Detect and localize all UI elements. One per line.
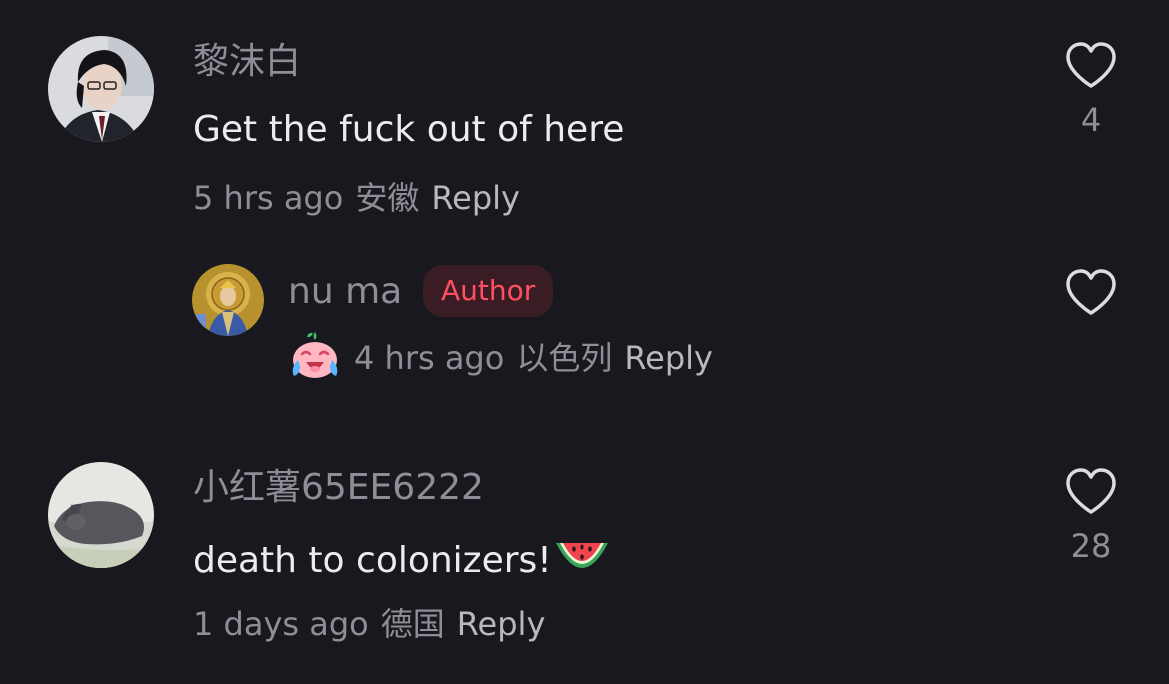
heart-icon [1066,468,1116,514]
comment-location: 德国 [380,605,445,643]
avatar-image [192,264,264,336]
comment-location: 安徽 [355,179,420,217]
comment-meta: 1 days ago 德国 Reply [193,608,545,640]
comment-time: 5 hrs ago [193,179,344,217]
author-badge: Author [423,265,554,317]
like-button[interactable]: 28 [1061,468,1121,562]
reply-username[interactable]: nu ma [288,274,402,310]
reply-location: 以色列 [516,339,613,377]
like-count: 4 [1080,101,1102,139]
reply-meta: 4 hrs ago 以色列 Reply [288,328,713,388]
comment-meta: 5 hrs ago 安徽 Reply [193,182,520,214]
comment-item: 黎沫白 Get the fuck out of here 5 hrs ago 安… [0,0,1169,240]
user-avatar[interactable] [48,36,154,142]
comment-text: Get the fuck out of here [193,109,625,150]
like-button[interactable] [1061,269,1121,317]
avatar-image [48,462,154,568]
reply-button[interactable]: Reply [457,608,546,640]
comment-time: 1 days ago [193,605,369,643]
heart-icon [1066,42,1116,88]
heart-icon [1066,269,1116,315]
comment-item: 小红薯65EE6222 death to colonizers! 1 days … [0,440,1169,684]
like-button[interactable]: 4 [1061,42,1121,136]
user-avatar[interactable] [192,264,264,336]
like-count: 28 [1070,527,1112,565]
comment-text: death to colonizers! [193,537,610,584]
comment-username[interactable]: 小红薯65EE6222 [193,470,484,506]
reply-time: 4 hrs ago [354,339,505,377]
crying-laughing-face-emoji [288,330,342,387]
reply-item: nu ma Author 4 hrs ago 以色列 Reply [0,240,1169,420]
watermelon-emoji [554,537,610,584]
comment-username[interactable]: 黎沫白 [193,44,301,80]
reply-button[interactable]: Reply [624,342,713,374]
user-avatar[interactable] [48,462,154,568]
comment-text-content: death to colonizers! [193,539,552,581]
reply-button[interactable]: Reply [431,182,520,214]
avatar-image [48,36,154,142]
